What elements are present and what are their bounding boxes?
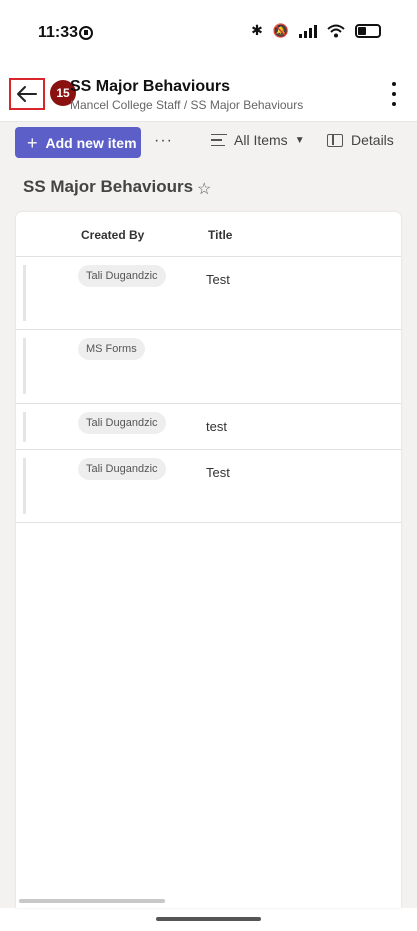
add-new-item-label: Add new item xyxy=(45,134,137,151)
status-bar: 11:33 ✱ 🔕 xyxy=(0,0,417,62)
horizontal-scrollbar[interactable] xyxy=(19,899,165,903)
back-button[interactable] xyxy=(9,78,45,110)
command-bar: + Add new item ··· All Items ▼ Details xyxy=(0,122,417,166)
list-table: Created By Title Tali Dugandzic Test MS … xyxy=(16,212,401,908)
row-title: Test xyxy=(206,465,230,480)
table-row[interactable]: Tali Dugandzic Test xyxy=(16,256,401,329)
circle-icon xyxy=(79,26,93,40)
breadcrumb: Mancel College Staff / SS Major Behaviou… xyxy=(70,98,304,112)
chevron-down-icon: ▼ xyxy=(294,134,305,146)
signal-icon xyxy=(299,24,317,38)
row-select-bar xyxy=(23,412,26,442)
column-header-created-by[interactable]: Created By xyxy=(81,228,144,242)
plus-icon: + xyxy=(27,132,38,153)
row-select-bar xyxy=(23,265,26,321)
home-indicator[interactable] xyxy=(156,917,261,921)
status-icons: ✱ 🔕 xyxy=(251,22,381,39)
star-icon[interactable]: ☆ xyxy=(197,179,211,199)
view-selector[interactable]: All Items ▼ xyxy=(211,132,305,148)
row-select-bar xyxy=(23,458,26,514)
row-title: test xyxy=(206,419,227,434)
status-time: 11:33 xyxy=(38,24,79,41)
table-row[interactable]: MS Forms xyxy=(16,329,401,403)
add-new-item-button[interactable]: + Add new item xyxy=(15,127,141,158)
column-header-title[interactable]: Title xyxy=(208,228,232,242)
created-by-pill[interactable]: Tali Dugandzic xyxy=(78,412,166,434)
more-options-button[interactable] xyxy=(387,82,401,106)
created-by-pill[interactable]: MS Forms xyxy=(78,338,145,360)
row-title: Test xyxy=(206,272,230,287)
app-header: 15 SS Major Behaviours Mancel College St… xyxy=(0,62,417,122)
created-by-pill[interactable]: Tali Dugandzic xyxy=(78,458,166,480)
list-content: + Add new item ··· All Items ▼ Details S… xyxy=(0,122,417,908)
battery-icon xyxy=(355,23,381,38)
mute-icon: 🔕 xyxy=(272,22,289,38)
view-label: All Items xyxy=(234,132,288,148)
arrow-left-icon xyxy=(17,86,37,102)
bluetooth-icon: ✱ xyxy=(251,22,263,38)
view-lines-icon xyxy=(211,133,227,147)
page-title: SS Major Behaviours xyxy=(70,78,231,95)
details-pane-icon xyxy=(327,133,343,147)
table-row[interactable]: Tali Dugandzic test xyxy=(16,403,401,449)
wifi-icon xyxy=(327,24,345,37)
created-by-pill[interactable]: Tali Dugandzic xyxy=(78,265,166,287)
details-label: Details xyxy=(351,132,394,148)
more-commands-button[interactable]: ··· xyxy=(154,132,173,150)
list-title: SS Major Behaviours xyxy=(23,177,194,196)
table-row[interactable]: Tali Dugandzic Test xyxy=(16,449,401,523)
details-button[interactable]: Details xyxy=(327,132,394,148)
row-select-bar xyxy=(23,338,26,394)
